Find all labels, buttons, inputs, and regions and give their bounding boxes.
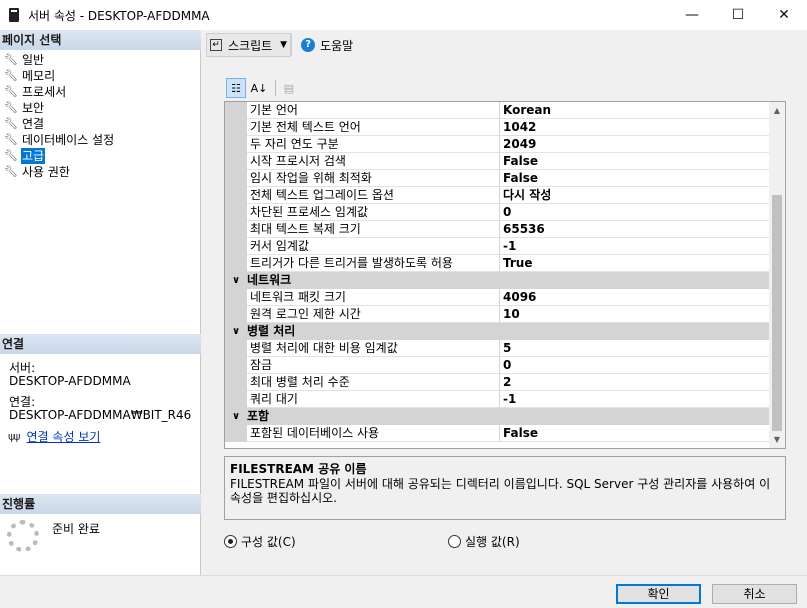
ok-button[interactable]: 확인	[616, 584, 701, 604]
property-row[interactable]: 잠금 0	[225, 357, 770, 374]
wrench-icon: 🔧︎	[4, 133, 18, 146]
wrench-icon: 🔧︎	[4, 117, 18, 130]
grid-toolbar-separator	[275, 80, 276, 96]
left-pane: 페이지 선택 🔧︎ 일반 🔧︎ 메모리 🔧︎ 프로세서 🔧︎ 보안 🔧︎ 연결 🔧︎ 데이터…	[0, 30, 201, 575]
property-row[interactable]: 원격 로그인 제한 시간 10	[225, 306, 770, 323]
app-icon	[9, 8, 19, 22]
category-containment[interactable]: ∨ 포함	[225, 408, 770, 425]
progress-status: 준비 완료	[52, 522, 100, 536]
property-row[interactable]: 최대 병렬 처리 수준 2	[225, 374, 770, 391]
chevron-down-icon[interactable]: ∨	[225, 272, 247, 289]
help-icon: ?	[301, 38, 316, 52]
help-button[interactable]: ? 도움말	[292, 33, 356, 57]
minimize-button[interactable]: —	[669, 0, 715, 30]
script-icon: ↵	[210, 39, 222, 51]
property-row[interactable]: 병렬 처리에 대한 비용 임계값 5	[225, 340, 770, 357]
radio-empty-icon[interactable]	[448, 535, 461, 548]
category-network[interactable]: ∨ 네트워크	[225, 272, 770, 289]
page-list: 🔧︎ 일반 🔧︎ 메모리 🔧︎ 프로세서 🔧︎ 보안 🔧︎ 연결 🔧︎ 데이터베이스 설정 …	[4, 52, 115, 180]
categorized-view-icon[interactable]: ☷	[226, 78, 246, 98]
chevron-down-icon[interactable]: ∨	[225, 408, 247, 425]
view-connection-properties[interactable]: ψψ 연결 속성 보기	[8, 428, 100, 445]
property-grid-rows: 기본 언어 Korean 기본 전체 텍스트 언어 1042 두 자리 연도 구분 2…	[225, 102, 770, 442]
property-pages-icon[interactable]: ▤	[279, 78, 299, 98]
page-item-general[interactable]: 🔧︎ 일반	[4, 52, 115, 68]
alphabetical-sort-icon[interactable]: A↓	[249, 78, 269, 98]
network-icon: ψψ	[8, 430, 20, 443]
value-mode-radios: 구성 값(C) 실행 값(R)	[224, 533, 786, 551]
property-row[interactable]: 임시 작업을 위해 최적화 False	[225, 170, 770, 187]
page-item-permissions[interactable]: 🔧︎ 사용 권한	[4, 164, 115, 180]
page-item-connections[interactable]: 🔧︎ 연결	[4, 116, 115, 132]
page-item-memory[interactable]: 🔧︎ 메모리	[4, 68, 115, 84]
wrench-icon: 🔧︎	[4, 85, 18, 98]
property-row[interactable]: 차단된 프로세스 임계값 0	[225, 204, 770, 221]
property-row[interactable]: 포함된 데이터베이스 사용 False	[225, 425, 770, 442]
category-parallelism[interactable]: ∨ 병렬 처리	[225, 323, 770, 340]
property-row[interactable]: 기본 전체 텍스트 언어 1042	[225, 119, 770, 136]
vertical-scrollbar[interactable]: ▲ ▼	[769, 102, 785, 448]
connection-value: DESKTOP-AFDDMMA₩BIT_R46	[9, 408, 192, 422]
dialog-button-bar: 확인 취소	[0, 575, 807, 608]
scroll-down-icon[interactable]: ▼	[769, 431, 785, 448]
property-row[interactable]: 커서 임계값 -1	[225, 238, 770, 255]
property-row[interactable]: 두 자리 연도 구분 2049	[225, 136, 770, 153]
scrollbar-thumb[interactable]	[772, 195, 782, 431]
progress-header: 진행률	[0, 494, 201, 514]
page-item-processors[interactable]: 🔧︎ 프로세서	[4, 84, 115, 100]
page-select-header: 페이지 선택	[0, 30, 201, 50]
progress-spinner-icon	[7, 520, 39, 552]
window-title: 서버 속성 - DESKTOP-AFDDMMA	[28, 8, 210, 23]
help-label: 도움말	[320, 38, 354, 53]
view-connection-properties-link[interactable]: 연결 속성 보기	[27, 428, 101, 445]
property-row[interactable]: 전체 텍스트 업그레이드 옵션 다시 작성	[225, 187, 770, 204]
property-row[interactable]: 기본 언어 Korean	[225, 102, 770, 119]
wrench-icon: 🔧︎	[4, 53, 18, 66]
wrench-icon: 🔧︎	[4, 101, 18, 114]
grid-toolbar: ☷ A↓ ▤	[226, 78, 302, 98]
close-button[interactable]: ✕	[761, 0, 807, 30]
wrench-icon: 🔧︎	[4, 69, 18, 82]
property-row[interactable]: 트리거가 다른 트리거를 발생하도록 허용 True	[225, 255, 770, 272]
right-pane: ↵ 스크립트 ▼ ? 도움말 ☷ A↓ ▤ 기본 언어 Korean 기본 전체 …	[202, 30, 807, 575]
script-button[interactable]: ↵ 스크립트 ▼	[206, 33, 292, 57]
wrench-icon: 🔧︎	[4, 165, 18, 178]
configured-values-radio[interactable]: 구성 값(C)	[224, 533, 296, 550]
page-item-database-settings[interactable]: 🔧︎ 데이터베이스 설정	[4, 132, 115, 148]
maximize-button[interactable]: ☐	[715, 0, 761, 30]
cancel-button[interactable]: 취소	[712, 584, 797, 604]
property-row[interactable]: 네트워크 패킷 크기 4096	[225, 289, 770, 306]
description-text: FILESTREAM 파일이 서버에 대해 공유되는 디렉터리 이름입니다. S…	[230, 477, 771, 505]
server-value: DESKTOP-AFDDMMA	[9, 374, 131, 388]
page-item-advanced[interactable]: 🔧︎ 고급	[4, 148, 115, 164]
page-item-security[interactable]: 🔧︎ 보안	[4, 100, 115, 116]
running-values-radio[interactable]: 실행 값(R)	[448, 533, 520, 550]
property-grid: 기본 언어 Korean 기본 전체 텍스트 언어 1042 두 자리 연도 구분 2…	[224, 101, 786, 449]
description-title: FILESTREAM 공유 이름	[230, 462, 367, 476]
chevron-down-icon[interactable]: ∨	[225, 323, 247, 340]
toolbar: ↵ 스크립트 ▼ ? 도움말	[202, 30, 807, 60]
connection-header: 연결	[0, 334, 201, 354]
property-row[interactable]: 최대 텍스트 복제 크기 65536	[225, 221, 770, 238]
chevron-down-icon[interactable]: ▼	[280, 40, 287, 50]
title-bar: 서버 속성 - DESKTOP-AFDDMMA — ☐ ✕	[0, 0, 807, 30]
property-row[interactable]: 시작 프로시저 검색 False	[225, 153, 770, 170]
script-label: 스크립트	[228, 38, 273, 53]
wrench-icon: 🔧︎	[4, 149, 18, 162]
property-row[interactable]: 쿼리 대기 -1	[225, 391, 770, 408]
description-panel: FILESTREAM 공유 이름 FILESTREAM 파일이 서버에 대해 공…	[224, 456, 786, 520]
scroll-up-icon[interactable]: ▲	[769, 102, 785, 119]
radio-selected-icon[interactable]	[224, 535, 237, 548]
